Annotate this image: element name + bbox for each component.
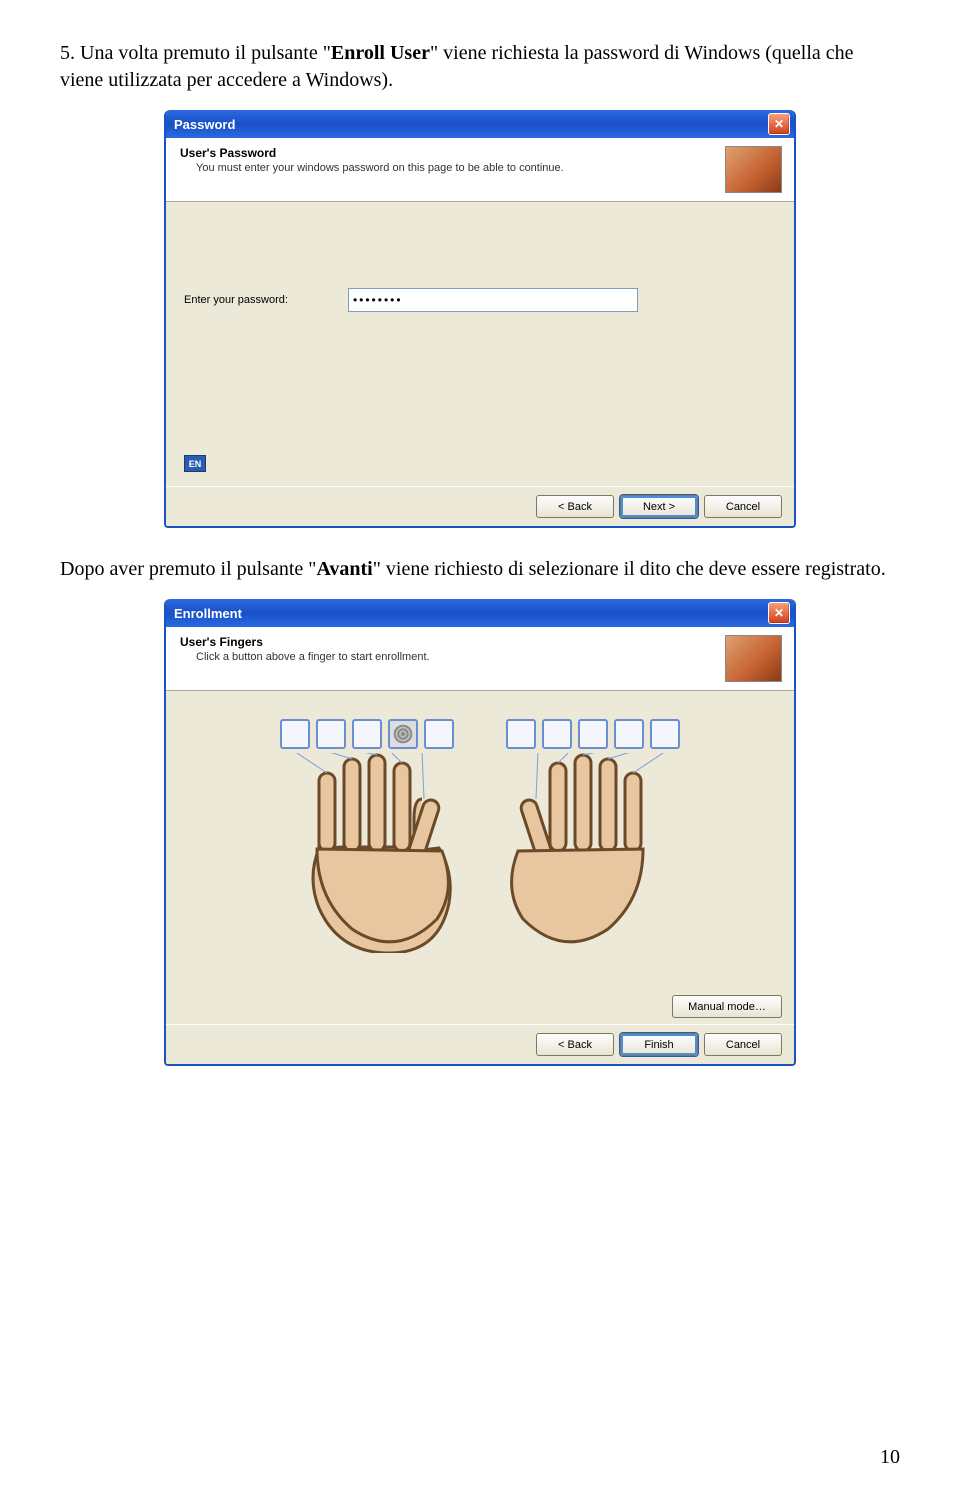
enrollment-dialog: Enrollment ✕ User's Fingers Click a butt… [164,599,796,1066]
page-number: 10 [880,1446,900,1469]
titlebar[interactable]: Password ✕ [166,110,794,138]
manual-mode-row: Manual mode… [166,995,794,1024]
finger-slot-left-thumb[interactable] [424,719,454,749]
titlebar[interactable]: Enrollment ✕ [166,599,794,627]
header-subtitle: You must enter your windows password on … [180,162,725,174]
dialog-header: User's Password You must enter your wind… [166,138,794,202]
finger-slot-right-pinky[interactable] [650,719,680,749]
header-title: User's Fingers [180,635,725,649]
close-button[interactable]: ✕ [768,113,790,135]
back-button[interactable]: < Back [536,1033,614,1056]
close-button[interactable]: ✕ [768,602,790,624]
dialog-body [166,691,794,995]
dialog-header: User's Fingers Click a button above a fi… [166,627,794,691]
avanti-text: Avanti [316,558,372,580]
text: " viene richiesto di selezionare il dito… [373,558,886,580]
dialog-buttons: < Back Next > Cancel [166,486,794,526]
window-title: Password [174,117,768,132]
fingerprint-thumb-icon [725,635,782,682]
intro-paragraph-1: 5. Una volta premuto il pulsante "Enroll… [60,40,900,94]
hands-illustration [184,753,776,953]
text: 5. Una volta premuto il pulsante " [60,42,331,64]
finger-slot-left-index[interactable] [388,719,418,749]
cancel-button[interactable]: Cancel [704,495,782,518]
language-code: EN [189,459,202,469]
dialog-buttons: < Back Finish Cancel [166,1024,794,1064]
password-input[interactable] [348,288,638,312]
finger-slot-right-thumb[interactable] [506,719,536,749]
left-hand-icon [272,753,462,953]
finish-button[interactable]: Finish [620,1033,698,1056]
intro-paragraph-2: Dopo aver premuto il pulsante "Avanti" v… [60,556,900,583]
password-label: Enter your password: [184,294,288,306]
finger-slot-left-ring[interactable] [316,719,346,749]
cancel-button[interactable]: Cancel [704,1033,782,1056]
finger-slot-left-pinky[interactable] [280,719,310,749]
header-subtitle: Click a button above a finger to start e… [180,651,725,663]
language-indicator[interactable]: EN [184,455,206,472]
header-title: User's Password [180,146,725,160]
finger-slot-right-ring[interactable] [614,719,644,749]
fingerprint-thumb-icon [725,146,782,193]
manual-mode-button[interactable]: Manual mode… [672,995,782,1018]
right-hand-icon [498,753,688,953]
close-icon: ✕ [774,606,784,620]
window-title: Enrollment [174,606,768,621]
finger-selector-row [184,719,776,749]
close-icon: ✕ [774,117,784,131]
password-dialog: Password ✕ User's Password You must ente… [164,110,796,528]
finger-slot-right-middle[interactable] [578,719,608,749]
back-button[interactable]: < Back [536,495,614,518]
dialog-body: Enter your password: EN [166,202,794,486]
text: Dopo aver premuto il pulsante " [60,558,316,580]
finger-slot-left-middle[interactable] [352,719,382,749]
enroll-user-text: Enroll User [331,42,430,64]
next-button[interactable]: Next > [620,495,698,518]
finger-slot-right-index[interactable] [542,719,572,749]
